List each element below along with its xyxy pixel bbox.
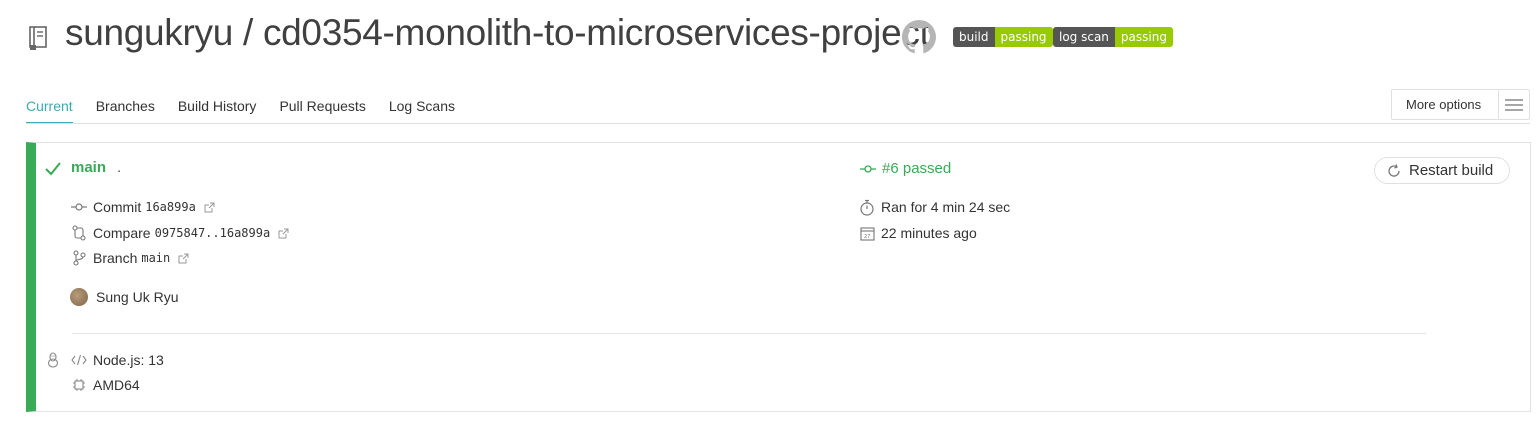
tab-log-scans[interactable]: Log Scans [389,96,455,124]
branch-value-link[interactable]: main [141,251,170,265]
branch-label: Branch [93,250,138,266]
cpu-icon [71,377,87,393]
github-icon[interactable] [902,20,936,54]
commit-sha-link[interactable]: 16a899a [145,200,196,214]
restart-build-button[interactable]: Restart build [1374,157,1510,184]
language-text: Node.js: 13 [93,352,164,368]
build-status[interactable]: #6 passed [860,160,951,177]
build-status-badge[interactable]: build passing [953,27,1053,47]
branch-row: Branch main [71,250,189,266]
author-name: Sung Uk Ryu [96,289,179,305]
badge-status: passing [994,27,1053,47]
badge-label: log scan [1053,27,1115,47]
repo-icon [29,26,47,50]
calendar-icon: 27 [859,225,875,241]
badge-status: passing [1114,27,1173,47]
external-link-icon[interactable] [178,253,189,264]
restart-build-label: Restart build [1409,162,1494,179]
commit-icon [71,199,87,215]
avatar [70,288,88,306]
svg-text:27: 27 [864,234,870,240]
tab-divider [26,123,1530,124]
author-row: Sung Uk Ryu [70,288,178,306]
repo-title[interactable]: sungukryu / cd0354-monolith-to-microserv… [65,12,930,54]
build-card [26,142,1531,412]
branch-suffix: . [117,159,122,176]
branch-icon [71,250,87,266]
check-icon [45,162,61,176]
external-link-icon[interactable] [278,228,289,239]
compare-row: Compare 0975847..16a899a [71,225,289,241]
hamburger-menu-icon[interactable] [1498,90,1529,119]
build-status-text: #6 passed [882,160,952,177]
compare-label: Compare [93,225,151,241]
code-icon [71,352,87,368]
tab-pull-requests[interactable]: Pull Requests [279,96,365,124]
commit-label: Commit [93,199,142,215]
duration-text: Ran for 4 min 24 sec [881,199,1011,215]
log-scan-badge[interactable]: log scan passing [1053,27,1173,47]
compare-icon [71,225,87,241]
arch-row: AMD64 [71,377,140,393]
branch-name-link[interactable]: main [71,159,106,176]
arch-text: AMD64 [93,377,140,393]
finished-text: 22 minutes ago [881,225,977,241]
badge-label: build [953,27,995,47]
card-divider [72,333,1426,334]
compare-range-link[interactable]: 0975847..16a899a [155,226,271,240]
commit-icon [860,164,876,173]
tab-bar: Current Branches Build History Pull Requ… [26,96,478,124]
commit-row: Commit 16a899a [71,199,215,215]
more-options-label: More options [1406,97,1482,112]
language-row: Node.js: 13 [71,352,164,368]
tab-branches[interactable]: Branches [96,96,155,124]
more-options-button[interactable]: More options [1391,89,1530,120]
restart-icon [1388,163,1400,177]
external-link-icon[interactable] [204,202,215,213]
linux-icon [47,352,59,368]
finished-row: 27 22 minutes ago [859,225,977,241]
tab-current[interactable]: Current [26,96,73,124]
tab-build-history[interactable]: Build History [178,96,257,124]
duration-row: Ran for 4 min 24 sec [859,199,1011,216]
stopwatch-icon [859,199,875,216]
